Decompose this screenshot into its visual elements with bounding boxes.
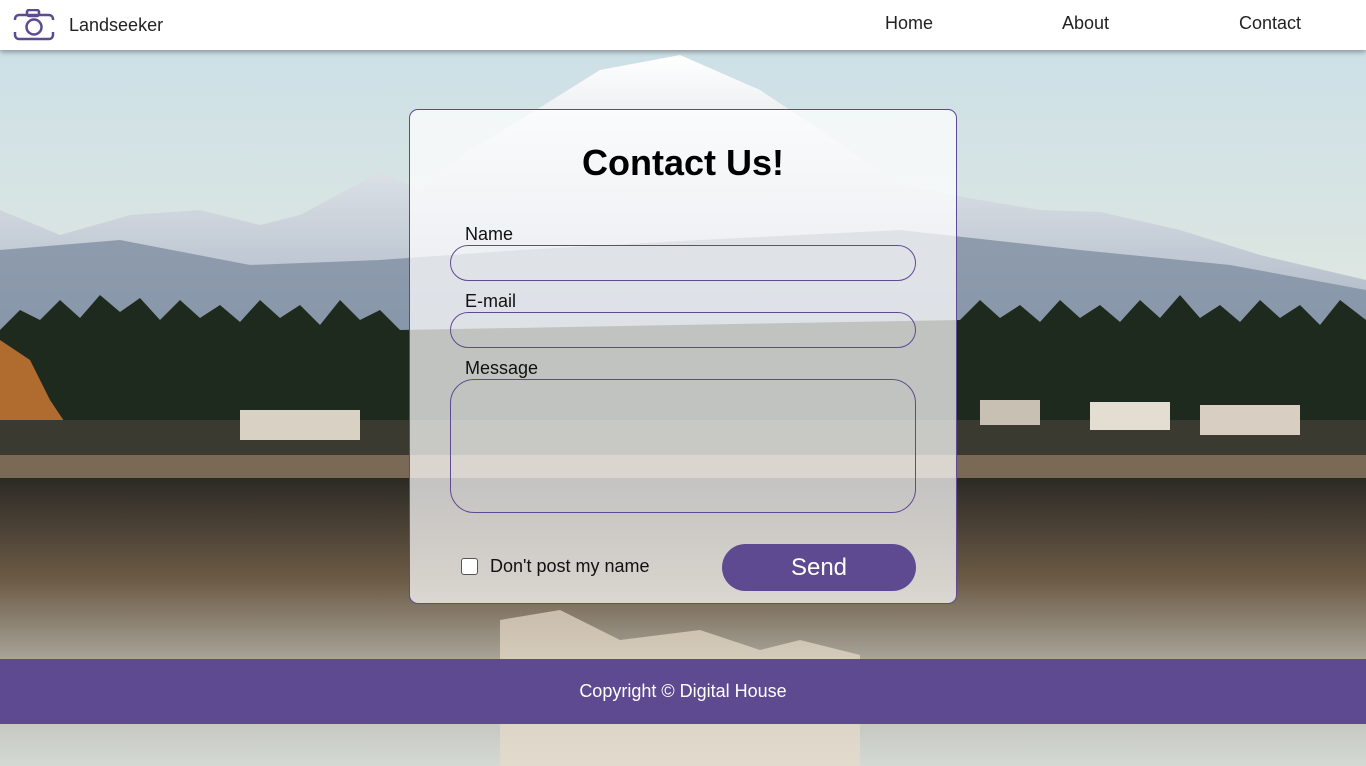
brand-name: Landseeker <box>69 14 164 35</box>
nav-link-about[interactable]: About <box>1062 13 1109 34</box>
name-input[interactable] <box>450 245 916 281</box>
hide-name-option: Don't post my name <box>461 556 650 577</box>
nav-link-home[interactable]: Home <box>885 13 933 34</box>
camera-icon <box>13 9 55 41</box>
email-label: E-mail <box>465 291 517 311</box>
footer: Copyright © Digital House <box>0 659 1366 724</box>
contact-form-card: Contact Us! Name E-mail Message Don't po… <box>409 109 957 604</box>
copyright-text: Copyright © Digital House <box>579 681 787 701</box>
page-title: Contact Us! <box>581 142 784 183</box>
name-label: Name <box>465 224 514 244</box>
message-textarea[interactable] <box>450 379 916 513</box>
hide-name-checkbox[interactable] <box>461 558 478 575</box>
message-label: Message <box>465 358 539 378</box>
hide-name-label: Don't post my name <box>490 556 650 576</box>
email-input[interactable] <box>450 312 916 348</box>
brand[interactable]: Landseeker <box>13 9 163 41</box>
top-navbar: Landseeker Home About Contact <box>0 0 1366 50</box>
nav-link-contact[interactable]: Contact <box>1239 13 1301 34</box>
send-button[interactable]: Send <box>722 544 916 591</box>
